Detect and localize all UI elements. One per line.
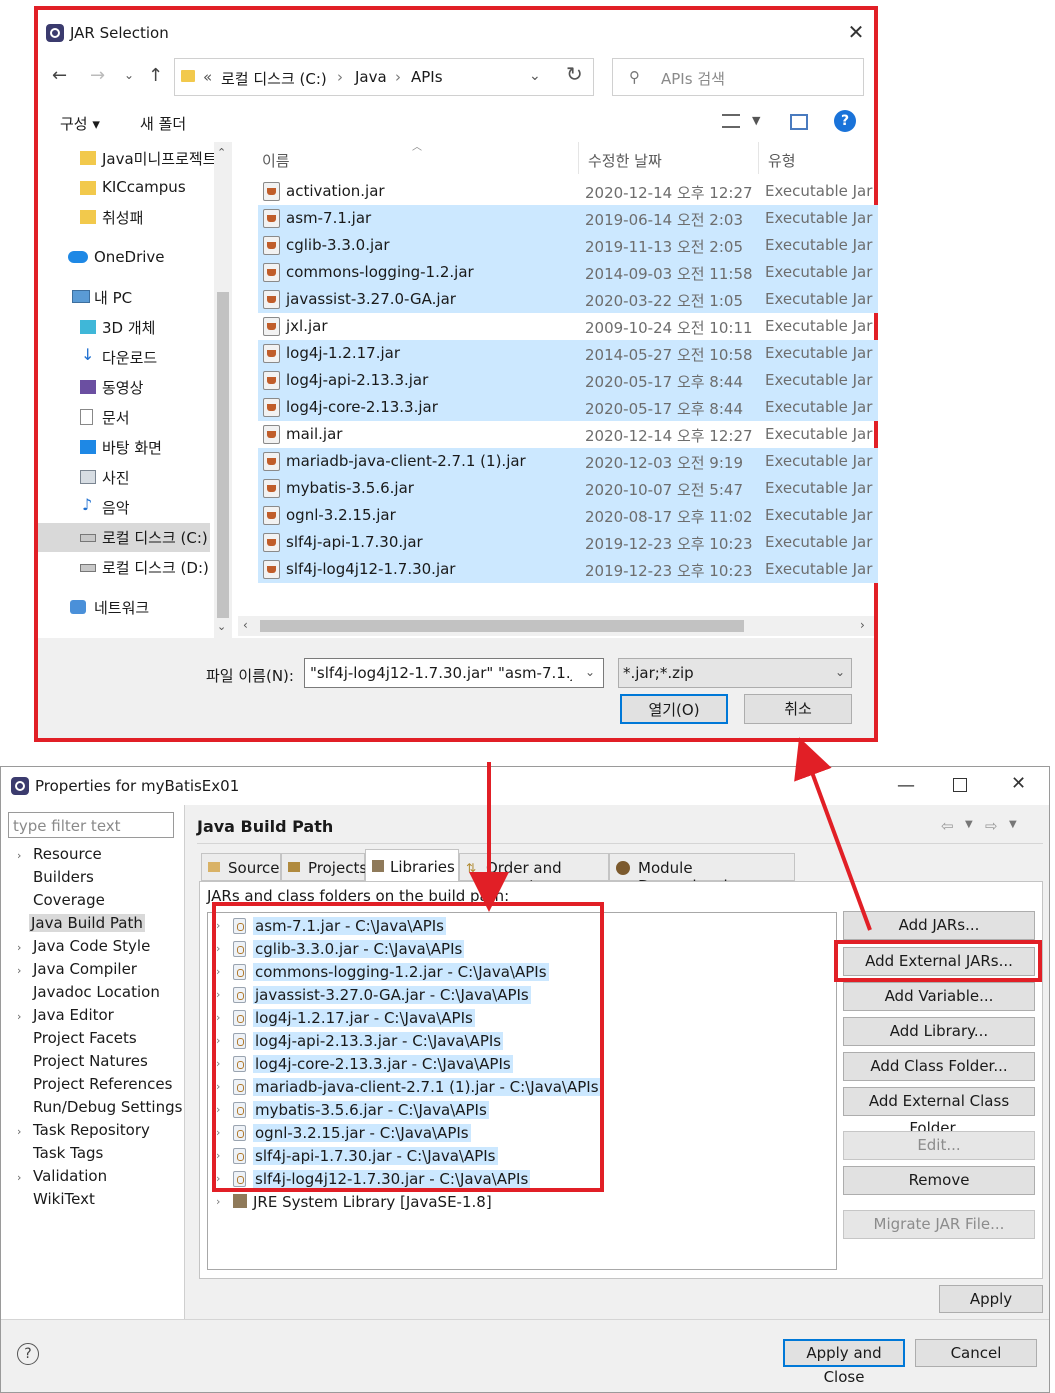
annotation-arrows [469,737,872,931]
arrow-up [794,737,872,931]
